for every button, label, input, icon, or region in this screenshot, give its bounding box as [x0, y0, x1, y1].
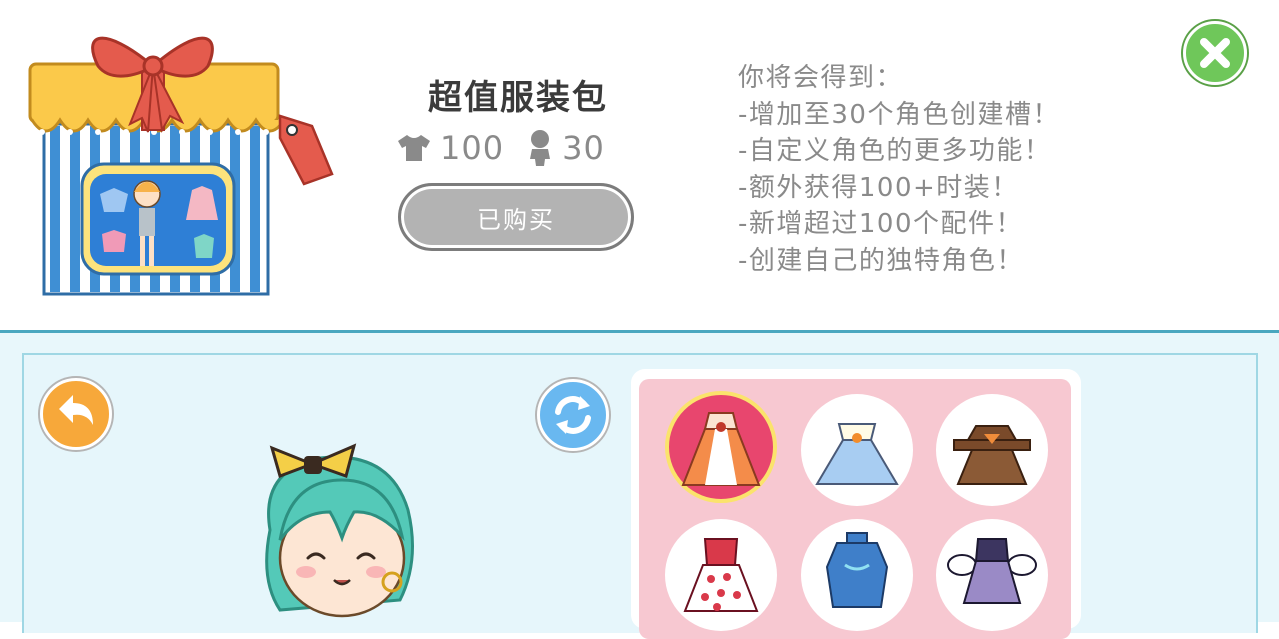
back-button[interactable]	[40, 378, 112, 450]
wardrobe-item[interactable]	[801, 394, 913, 506]
wardrobe-panel	[631, 369, 1081, 639]
blue-ball-dress-icon	[815, 423, 899, 485]
wardrobe-item[interactable]	[801, 519, 913, 631]
refresh-icon	[555, 396, 591, 434]
benefit-item: -自定义角色的更多功能！	[738, 136, 1052, 166]
characters-stat: 30	[526, 129, 605, 167]
purple-puff-dress-icon	[947, 538, 1037, 604]
blue-qipao-dress-icon	[825, 532, 889, 608]
wardrobe-grid	[639, 379, 1071, 639]
wardrobe-item[interactable]	[665, 519, 777, 631]
close-button[interactable]	[1183, 21, 1247, 85]
clothing-pack-promo: 超值服装包 100 30 已购买 你将会得到： -增加至30个角色创建槽！ -自…	[0, 0, 1279, 330]
benefits-heading: 你将会得到：	[738, 63, 904, 93]
refresh-button[interactable]	[537, 379, 609, 451]
red-polka-dot-dress-icon	[683, 538, 759, 612]
pack-stats: 100 30	[396, 126, 627, 170]
wardrobe-item[interactable]	[665, 391, 777, 503]
benefit-item: -增加至30个角色创建槽！	[738, 99, 1060, 130]
benefit-item: -额外获得100+时装！	[738, 172, 1019, 203]
clothes-count: 100	[440, 129, 505, 167]
benefits-list: 你将会得到： -增加至30个角色创建槽！ -自定义角色的更多功能！ -额外获得1…	[738, 60, 1158, 279]
wardrobe-item[interactable]	[936, 394, 1048, 506]
close-icon	[1200, 38, 1230, 68]
characters-count: 30	[562, 129, 605, 167]
person-icon	[530, 130, 551, 166]
purchased-button[interactable]: 已购买	[398, 183, 634, 251]
tshirt-icon	[398, 135, 430, 161]
orange-gown-icon	[681, 412, 761, 486]
benefit-item: -新增超过100个配件！	[738, 209, 1024, 239]
gift-box-image	[28, 36, 334, 296]
clothes-stat: 100	[396, 129, 504, 167]
pack-title: 超值服装包	[428, 78, 608, 118]
back-arrow-icon	[59, 395, 93, 425]
benefit-item: -创建自己的独特角色！	[738, 245, 1024, 276]
character-preview	[265, 443, 414, 618]
wardrobe-item[interactable]	[936, 519, 1048, 631]
brown-lolita-dress-icon	[953, 425, 1031, 485]
